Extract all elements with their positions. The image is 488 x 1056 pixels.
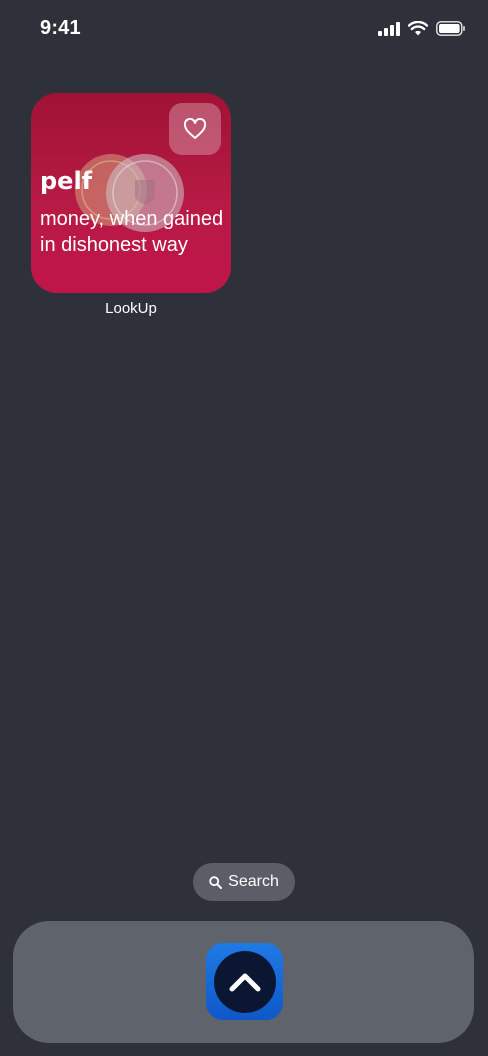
dock <box>13 921 474 1043</box>
search-button[interactable]: Search <box>193 863 295 901</box>
status-time: 9:41 <box>40 17 81 39</box>
dock-app-icon[interactable] <box>206 943 283 1020</box>
battery-icon <box>436 21 465 36</box>
search-label: Search <box>228 873 279 890</box>
word-title: pelf <box>40 167 93 195</box>
status-bar: 9:41 <box>0 0 488 60</box>
lookup-widget[interactable]: pelf money, when gained in dishonest way <box>31 93 231 293</box>
chevron-up-icon <box>229 973 260 991</box>
wifi-icon <box>408 21 428 36</box>
favorite-button[interactable] <box>169 103 221 155</box>
word-definition: money, when gained in dishonest way <box>40 208 224 256</box>
heart-icon <box>183 118 207 139</box>
signal-icon <box>378 21 400 36</box>
app-icon-circle <box>213 950 276 1013</box>
widget-label: LookUp <box>105 300 157 317</box>
status-icons <box>378 21 466 36</box>
search-icon <box>209 875 223 889</box>
